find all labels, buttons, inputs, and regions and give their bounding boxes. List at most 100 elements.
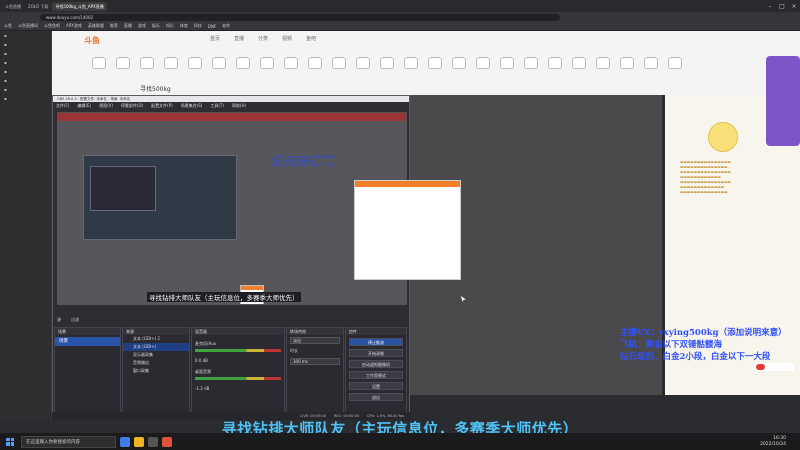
browser-tab-active[interactable]: 寻找500kg_斗鱼_APX直播 [52,1,107,11]
bookmark-item[interactable]: 娱乐 [152,23,160,29]
menu-item-edit[interactable]: 编辑(E) [77,102,91,109]
source-filters-button[interactable]: 过滤 [71,315,79,324]
bookmark-item[interactable]: 斗鱼 [4,23,12,29]
sidebar-item[interactable]: ▪ [0,67,51,76]
category-icon[interactable] [428,57,442,69]
nav-item[interactable]: 鱼吧 [306,35,316,42]
sidebar-item[interactable]: ▪ [0,85,51,94]
bookmark-item[interactable]: 推荐 [110,23,118,29]
app-icon[interactable] [162,436,172,447]
bookmarks-bar: 斗鱼 斗鱼直播间 斗鱼鱼吧 APX游戏 英雄联盟 推荐 直播 游戏 娱乐 知识 … [0,22,800,31]
category-icon[interactable] [476,57,490,69]
douyu-popup-dialog[interactable] [354,180,461,280]
transition-duration-input[interactable]: 300 ms [290,358,340,365]
dock-title: 转场特效 [287,328,343,335]
sidebar-item[interactable]: ▪ [0,49,51,58]
address-input[interactable]: www.douyu.com/14002 [40,13,560,21]
audio-mixer-dock: 混音器 麦克风/Aux 0.0 dB 桌面音频 -1.2 dB [191,327,285,414]
studio-mode-button[interactable]: 工作室模式 [349,371,403,379]
bookmark-item[interactable]: 斗鱼鱼吧 [44,23,60,29]
source-item[interactable]: 窗口采集 [123,367,189,375]
category-icon[interactable] [164,57,178,69]
nav-item[interactable]: 首页 [210,35,220,42]
menu-item-docks[interactable]: 停靠部件(D) [121,102,143,109]
sidebar-item[interactable]: ▪ [0,76,51,85]
sidebar-item[interactable]: ▪ [0,40,51,49]
settings-button[interactable]: 设置 [349,382,403,390]
category-icon[interactable] [212,57,226,69]
category-icon[interactable] [140,57,154,69]
category-icon[interactable] [308,57,322,69]
menu-item-help[interactable]: 帮助(H) [232,102,246,109]
category-icon[interactable] [260,57,274,69]
category-icon[interactable] [356,57,370,69]
bookmark-item[interactable]: 科技 [194,23,202,29]
scenes-dock: 场景 场景 [54,327,121,414]
menu-item-tools[interactable]: 工具(T) [210,102,224,109]
gift-ranking-panel[interactable] [766,56,800,146]
taskbar-search-input[interactable]: 在这里输入你要搜索的内容 [21,435,116,448]
mixer-channel-name: 桌面音频 [195,369,211,374]
category-icon[interactable] [236,57,250,69]
menu-item-scene-collection[interactable]: 场景集合(S) [181,102,203,109]
category-icon[interactable] [644,57,658,69]
bookmark-item[interactable]: 知识 [166,23,174,29]
category-icon[interactable] [620,57,634,69]
category-icon[interactable] [116,57,130,69]
category-icon[interactable] [380,57,394,69]
obs-app-icon[interactable] [148,436,158,447]
category-icon[interactable] [452,57,466,69]
browser-icon[interactable] [120,436,130,447]
category-icon[interactable] [548,57,562,69]
stop-streaming-button[interactable]: 停止推流 [349,338,403,346]
virtual-camera-button[interactable]: 启动虚拟摄像机 [349,360,403,368]
bookmark-item[interactable]: APX游戏 [66,23,82,29]
bookmark-item[interactable]: 游戏 [138,23,146,29]
source-item[interactable]: 文本 (GDI+) [123,343,189,351]
category-icon[interactable] [596,57,610,69]
category-icon[interactable] [500,57,514,69]
nav-item[interactable]: 直播 [234,35,244,42]
source-item[interactable]: 文本 (GDI+) 2 [123,335,189,343]
category-icon[interactable] [188,57,202,69]
category-icon[interactable] [524,57,538,69]
transition-type-select[interactable]: 淡出 [290,337,340,344]
close-icon[interactable]: × [788,3,800,10]
preview-overlay-text: 主播VX：yxying500kg（添加说明来意） 飞机：黄金以下双锤骷髅海 钻石… [272,155,342,167]
menu-item-profile[interactable]: 配置文件(P) [151,102,173,109]
category-icon[interactable] [572,57,586,69]
exit-button[interactable]: 退出 [349,393,403,401]
menu-item-view[interactable]: 视图(V) [99,102,113,109]
source-item[interactable]: 音频输出 [123,359,189,367]
nav-item[interactable]: 视频 [282,35,292,42]
mixer-channel-name: 麦克风/Aux [195,341,216,346]
browser-tab[interactable]: ZOLO 下载 [25,2,51,11]
folder-icon[interactable] [134,436,144,447]
bookmark-item[interactable]: 体育 [180,23,188,29]
minimize-icon[interactable]: – [764,3,776,10]
source-item[interactable]: 显示器采集 [123,351,189,359]
sidebar-item[interactable]: ▪ [0,94,51,103]
bookmark-item[interactable]: 斗鱼直播间 [18,23,38,29]
source-properties-button[interactable]: 源 [57,315,61,324]
bookmark-item[interactable]: 直播 [124,23,132,29]
category-icon[interactable] [668,57,682,69]
nav-item[interactable]: 分类 [258,35,268,42]
category-icon[interactable] [404,57,418,69]
sidebar-item[interactable]: ▪ [0,58,51,67]
bookmark-item[interactable]: 软件 [222,23,230,29]
menu-item-file[interactable]: 文件(F) [56,102,69,109]
start-recording-button[interactable]: 开始录制 [349,349,403,357]
site-logo[interactable]: 斗鱼 [84,35,100,46]
scene-item[interactable]: 场景 [55,337,120,346]
category-icon[interactable] [92,57,106,69]
maximize-icon[interactable]: □ [776,3,788,10]
windows-start-icon[interactable] [3,435,17,449]
browser-tab[interactable]: 斗鱼直播 [2,2,24,11]
category-icon[interactable] [284,57,298,69]
sidebar-item[interactable]: ▪ [0,31,51,40]
bookmark-item[interactable]: DNF [208,24,216,29]
taskbar-clock[interactable]: 16:30 2022/10/24 [760,436,786,448]
bookmark-item[interactable]: 英雄联盟 [88,23,104,29]
category-icon[interactable] [332,57,346,69]
